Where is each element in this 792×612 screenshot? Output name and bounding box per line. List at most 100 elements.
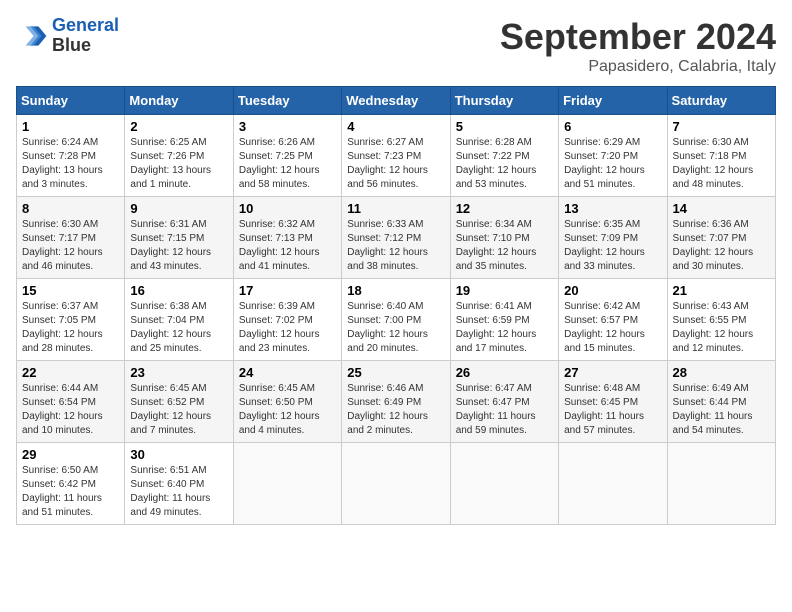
day-number: 26 xyxy=(456,365,553,380)
day-info: Sunrise: 6:25 AM Sunset: 7:26 PM Dayligh… xyxy=(130,136,227,192)
day-number: 27 xyxy=(564,365,661,380)
location-title: Papasidero, Calabria, Italy xyxy=(500,58,776,76)
calendar-cell xyxy=(667,443,775,525)
day-number: 3 xyxy=(239,119,336,134)
day-info: Sunrise: 6:40 AM Sunset: 7:00 PM Dayligh… xyxy=(347,300,444,356)
day-number: 10 xyxy=(239,201,336,216)
day-info: Sunrise: 6:49 AM Sunset: 6:44 PM Dayligh… xyxy=(673,382,770,438)
calendar-cell: 21 Sunrise: 6:43 AM Sunset: 6:55 PM Dayli… xyxy=(667,279,775,361)
calendar-cell: 1 Sunrise: 6:24 AM Sunset: 7:28 PM Daylig… xyxy=(17,115,125,197)
logo-line2: Blue xyxy=(52,36,119,56)
day-info: Sunrise: 6:38 AM Sunset: 7:04 PM Dayligh… xyxy=(130,300,227,356)
day-info: Sunrise: 6:30 AM Sunset: 7:17 PM Dayligh… xyxy=(22,218,119,274)
calendar-cell: 9Sunrise: 6:31 AM Sunset: 7:15 PM Daylig… xyxy=(125,197,233,279)
day-info: Sunrise: 6:28 AM Sunset: 7:22 PM Dayligh… xyxy=(456,136,553,192)
day-number: 8 xyxy=(22,201,119,216)
calendar-cell: 6 Sunrise: 6:29 AM Sunset: 7:20 PM Daylig… xyxy=(559,115,667,197)
day-number: 21 xyxy=(673,283,770,298)
header-day-wednesday: Wednesday xyxy=(342,87,450,115)
month-title: September 2024 xyxy=(500,16,776,58)
day-number: 16 xyxy=(130,283,227,298)
day-info: Sunrise: 6:32 AM Sunset: 7:13 PM Dayligh… xyxy=(239,218,336,274)
header-day-sunday: Sunday xyxy=(17,87,125,115)
header-day-tuesday: Tuesday xyxy=(233,87,341,115)
calendar-cell: 4 Sunrise: 6:27 AM Sunset: 7:23 PM Daylig… xyxy=(342,115,450,197)
day-info: Sunrise: 6:50 AM Sunset: 6:42 PM Dayligh… xyxy=(22,464,119,520)
calendar-cell: 10 Sunrise: 6:32 AM Sunset: 7:13 PM Dayli… xyxy=(233,197,341,279)
calendar-cell: 25 Sunrise: 6:46 AM Sunset: 6:49 PM Dayli… xyxy=(342,361,450,443)
day-info: Sunrise: 6:27 AM Sunset: 7:23 PM Dayligh… xyxy=(347,136,444,192)
day-info: Sunrise: 6:39 AM Sunset: 7:02 PM Dayligh… xyxy=(239,300,336,356)
day-number: 13 xyxy=(564,201,661,216)
day-number: 5 xyxy=(456,119,553,134)
logo-icon xyxy=(16,20,48,52)
calendar-table: SundayMondayTuesdayWednesdayThursdayFrid… xyxy=(16,86,776,525)
day-info: Sunrise: 6:29 AM Sunset: 7:20 PM Dayligh… xyxy=(564,136,661,192)
day-info: Sunrise: 6:30 AM Sunset: 7:18 PM Dayligh… xyxy=(673,136,770,192)
day-info: Sunrise: 6:24 AM Sunset: 7:28 PM Dayligh… xyxy=(22,136,119,192)
logo-line1: General xyxy=(52,15,119,35)
day-number: 19 xyxy=(456,283,553,298)
day-info: Sunrise: 6:45 AM Sunset: 6:52 PM Dayligh… xyxy=(130,382,227,438)
day-number: 6 xyxy=(564,119,661,134)
calendar-cell: 26Sunrise: 6:47 AM Sunset: 6:47 PM Dayli… xyxy=(450,361,558,443)
day-info: Sunrise: 6:48 AM Sunset: 6:45 PM Dayligh… xyxy=(564,382,661,438)
logo: General Blue xyxy=(16,16,119,56)
day-number: 25 xyxy=(347,365,444,380)
day-number: 22 xyxy=(22,365,119,380)
day-info: Sunrise: 6:44 AM Sunset: 6:54 PM Dayligh… xyxy=(22,382,119,438)
header-day-friday: Friday xyxy=(559,87,667,115)
calendar-cell: 16 Sunrise: 6:38 AM Sunset: 7:04 PM Dayli… xyxy=(125,279,233,361)
header-day-monday: Monday xyxy=(125,87,233,115)
day-number: 17 xyxy=(239,283,336,298)
day-info: Sunrise: 6:34 AM Sunset: 7:10 PM Dayligh… xyxy=(456,218,553,274)
calendar-cell: 18 Sunrise: 6:40 AM Sunset: 7:00 PM Dayli… xyxy=(342,279,450,361)
week-row-1: 1 Sunrise: 6:24 AM Sunset: 7:28 PM Daylig… xyxy=(17,115,776,197)
calendar-cell: 17 Sunrise: 6:39 AM Sunset: 7:02 PM Dayli… xyxy=(233,279,341,361)
calendar-cell: 15 Sunrise: 6:37 AM Sunset: 7:05 PM Dayli… xyxy=(17,279,125,361)
calendar-cell: 20Sunrise: 6:42 AM Sunset: 6:57 PM Dayli… xyxy=(559,279,667,361)
day-info: Sunrise: 6:33 AM Sunset: 7:12 PM Dayligh… xyxy=(347,218,444,274)
title-section: September 2024 Papasidero, Calabria, Ita… xyxy=(500,16,776,76)
day-info: Sunrise: 6:31 AM Sunset: 7:15 PM Dayligh… xyxy=(130,218,227,274)
day-number: 18 xyxy=(347,283,444,298)
calendar-cell: 14Sunrise: 6:36 AM Sunset: 7:07 PM Dayli… xyxy=(667,197,775,279)
calendar-cell: 3 Sunrise: 6:26 AM Sunset: 7:25 PM Daylig… xyxy=(233,115,341,197)
calendar-cell: 19 Sunrise: 6:41 AM Sunset: 6:59 PM Dayli… xyxy=(450,279,558,361)
calendar-cell: 5 Sunrise: 6:28 AM Sunset: 7:22 PM Daylig… xyxy=(450,115,558,197)
day-info: Sunrise: 6:43 AM Sunset: 6:55 PM Dayligh… xyxy=(673,300,770,356)
calendar-cell: 22 Sunrise: 6:44 AM Sunset: 6:54 PM Dayli… xyxy=(17,361,125,443)
day-info: Sunrise: 6:41 AM Sunset: 6:59 PM Dayligh… xyxy=(456,300,553,356)
calendar-cell: 2 Sunrise: 6:25 AM Sunset: 7:26 PM Daylig… xyxy=(125,115,233,197)
calendar-cell: 8 Sunrise: 6:30 AM Sunset: 7:17 PM Daylig… xyxy=(17,197,125,279)
day-info: Sunrise: 6:46 AM Sunset: 6:49 PM Dayligh… xyxy=(347,382,444,438)
week-row-3: 15 Sunrise: 6:37 AM Sunset: 7:05 PM Dayli… xyxy=(17,279,776,361)
day-number: 7 xyxy=(673,119,770,134)
calendar-cell: 24Sunrise: 6:45 AM Sunset: 6:50 PM Dayli… xyxy=(233,361,341,443)
day-number: 12 xyxy=(456,201,553,216)
calendar-cell: 23Sunrise: 6:45 AM Sunset: 6:52 PM Dayli… xyxy=(125,361,233,443)
day-number: 1 xyxy=(22,119,119,134)
header-day-saturday: Saturday xyxy=(667,87,775,115)
day-info: Sunrise: 6:51 AM Sunset: 6:40 PM Dayligh… xyxy=(130,464,227,520)
day-number: 11 xyxy=(347,201,444,216)
calendar-cell xyxy=(233,443,341,525)
calendar-cell: 29Sunrise: 6:50 AM Sunset: 6:42 PM Dayli… xyxy=(17,443,125,525)
calendar-cell: 28 Sunrise: 6:49 AM Sunset: 6:44 PM Dayli… xyxy=(667,361,775,443)
week-row-4: 22 Sunrise: 6:44 AM Sunset: 6:54 PM Dayli… xyxy=(17,361,776,443)
week-row-5: 29Sunrise: 6:50 AM Sunset: 6:42 PM Dayli… xyxy=(17,443,776,525)
calendar-cell: 27 Sunrise: 6:48 AM Sunset: 6:45 PM Dayli… xyxy=(559,361,667,443)
day-info: Sunrise: 6:26 AM Sunset: 7:25 PM Dayligh… xyxy=(239,136,336,192)
header-day-thursday: Thursday xyxy=(450,87,558,115)
day-number: 20 xyxy=(564,283,661,298)
calendar-cell: 12 Sunrise: 6:34 AM Sunset: 7:10 PM Dayli… xyxy=(450,197,558,279)
calendar-cell xyxy=(450,443,558,525)
calendar-cell xyxy=(559,443,667,525)
calendar-cell: 11 Sunrise: 6:33 AM Sunset: 7:12 PM Dayli… xyxy=(342,197,450,279)
day-number: 15 xyxy=(22,283,119,298)
day-info: Sunrise: 6:37 AM Sunset: 7:05 PM Dayligh… xyxy=(22,300,119,356)
day-number: 2 xyxy=(130,119,227,134)
day-number: 4 xyxy=(347,119,444,134)
day-number: 28 xyxy=(673,365,770,380)
calendar-cell: 30Sunrise: 6:51 AM Sunset: 6:40 PM Dayli… xyxy=(125,443,233,525)
